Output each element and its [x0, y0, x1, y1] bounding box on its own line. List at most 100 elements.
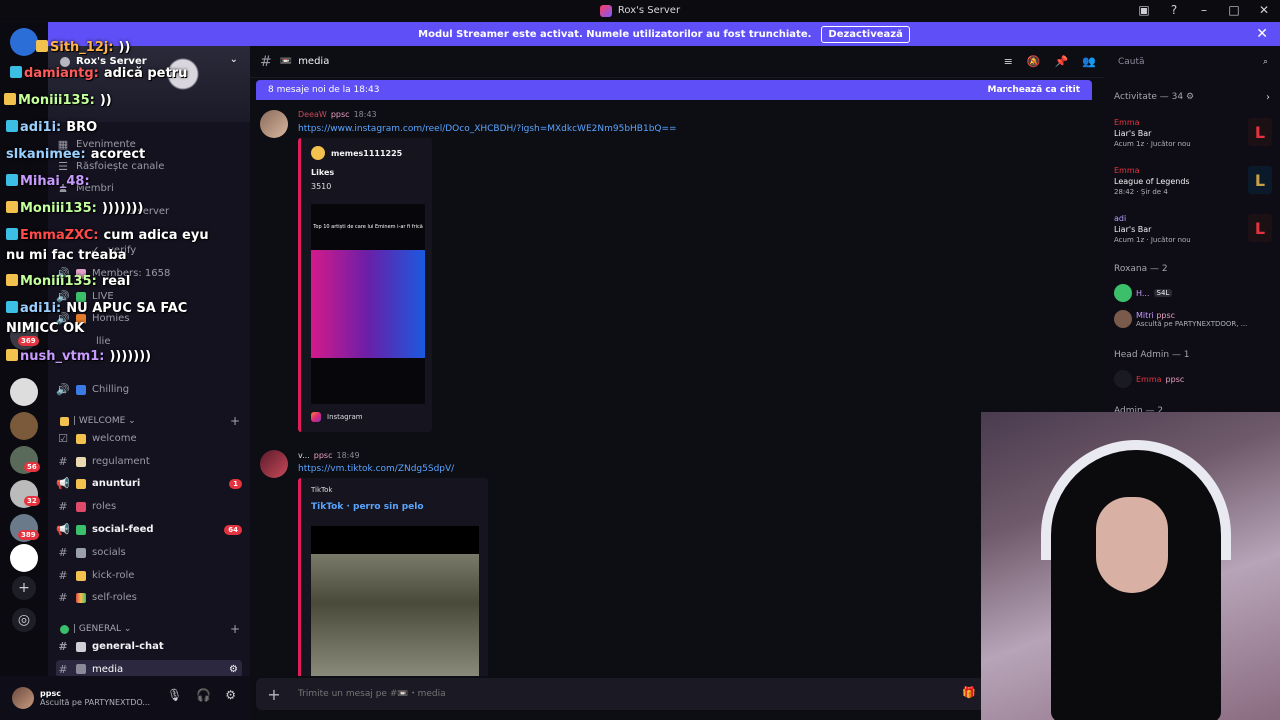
pin-icon[interactable]: 📌 [1055, 55, 1069, 68]
channel-social-feed[interactable]: 📢 social-feed 64 [56, 523, 242, 536]
maximize-icon[interactable]: □ [1226, 2, 1242, 18]
headset-icon [1041, 440, 1231, 560]
member-item[interactable]: H... S4L [1114, 284, 1173, 302]
inbox-icon[interactable]: ▣ [1136, 2, 1152, 18]
embed-author[interactable]: memes1111225 [311, 146, 402, 160]
close-banner-icon[interactable]: ✕ [1256, 26, 1268, 42]
emoji-icon [76, 592, 86, 603]
emoji-icon [76, 501, 86, 512]
settings-gear-icon[interactable]: ⚙ [225, 688, 236, 702]
member-item[interactable]: Mitri ppsc Ascultă pe PARTYNEXTDOOR, ... [1114, 310, 1247, 328]
hash-icon: # [58, 455, 68, 468]
avatar [1114, 310, 1132, 328]
add-channel-icon[interactable]: + [230, 622, 240, 636]
message-link[interactable]: https://www.instagram.com/reel/DOco_XHCB… [298, 124, 677, 134]
emoji-icon [76, 384, 86, 395]
gear-icon[interactable]: ⚙ [229, 664, 238, 675]
server-icon[interactable] [10, 412, 38, 440]
embed-video-thumbnail[interactable]: Top 10 artiști de care lui Eminem i-ar f… [311, 204, 425, 404]
crown-icon [4, 93, 16, 105]
title-bar: Rox's Server ▣ ? – □ ✕ [0, 0, 1280, 21]
member-item[interactable]: Emma ppsc [1114, 370, 1184, 388]
gear-icon[interactable]: ⚙ [1186, 92, 1194, 102]
server-badge: 389 [18, 530, 39, 540]
activity-heading: Activitate — 34 ⚙ [1114, 92, 1195, 102]
emoji-icon [76, 641, 86, 652]
notifications-icon[interactable]: 🔕 [1027, 55, 1041, 68]
activity-item[interactable]: adi Liar's Bar Acum 1z · Jucător nou L [1114, 214, 1274, 244]
user-tag: ppsc [330, 110, 350, 119]
server-badge: 32 [24, 496, 40, 506]
channel-roles[interactable]: # roles [56, 500, 242, 513]
overlay-line: Sith_12j:)) [36, 40, 130, 55]
hash-icon: # [58, 591, 68, 604]
embed-title[interactable]: TikTok · perro sin pelo [311, 502, 424, 512]
rules-icon: ☑ [58, 432, 68, 445]
tape-icon [76, 664, 86, 674]
new-messages-bar[interactable]: 8 mesaje noi de la 18:43 Marchează ca ci… [256, 80, 1092, 100]
headphones-icon[interactable]: 🎧 [196, 688, 211, 702]
channel-general-chat[interactable]: # general-chat [56, 640, 242, 653]
channel-welcome[interactable]: ☑ welcome [56, 432, 242, 445]
minimize-icon[interactable]: – [1196, 2, 1212, 18]
activity-item[interactable]: Emma League of Legends 28:42 · Șir de 4 … [1114, 166, 1274, 196]
thumbnail-caption: Top 10 artiști de care lui Eminem i-ar f… [313, 224, 423, 230]
overlay-line: Moniii135: real [6, 274, 130, 289]
server-icon[interactable] [10, 544, 38, 572]
member-list-icon[interactable]: 👥 [1082, 55, 1096, 68]
instagram-icon [311, 412, 321, 422]
microphone-icon[interactable]: 🎙 [167, 688, 182, 702]
liars-bar-icon: L [1248, 118, 1272, 146]
close-window-icon[interactable]: ✕ [1256, 2, 1272, 18]
message-input[interactable] [298, 689, 898, 699]
search-input[interactable]: Caută ⌕ [1110, 52, 1274, 72]
add-channel-icon[interactable]: + [230, 414, 240, 428]
message-time: 18:43 [353, 110, 377, 119]
attach-plus-icon[interactable]: + [266, 685, 282, 704]
category-welcome[interactable]: | WELCOME ⌄ + [60, 414, 240, 428]
avatar[interactable] [12, 687, 34, 709]
channel-kick-role[interactable]: # kick-role [56, 569, 242, 582]
diamond-icon [10, 66, 22, 78]
user-tag: ppsc [313, 451, 333, 460]
overlay-line: EmmaZXC: cum adica eyu [6, 228, 209, 243]
instagram-embed: memes1111225 Likes 3510 Top 10 artiști d… [298, 138, 432, 432]
mark-read-button[interactable]: Marchează ca citit [988, 85, 1080, 95]
user-panel: ppsc Ascultă pe PARTYNEXTDO... 🎙 🎧 ⚙ [0, 676, 250, 720]
voice-channel-chilling[interactable]: 🔊 Chilling [56, 383, 242, 396]
unread-count-badge: 1 [229, 478, 242, 489]
threads-icon[interactable]: ≡ [1004, 55, 1013, 68]
user-name: ppsc [40, 689, 61, 698]
gift-icon[interactable]: 🎁 [962, 686, 976, 699]
channel-media[interactable]: # media ⚙ [56, 660, 242, 676]
avatar[interactable] [260, 110, 288, 138]
discover-icon[interactable]: ◎ [12, 608, 36, 632]
stream-chat-overlay: Sith_12j:)) damiantg: adică petru Moniii1… [0, 38, 250, 368]
server-icon[interactable] [10, 378, 38, 406]
activity-item[interactable]: Emma Liar's Bar Acum 1z · Jucător nou L [1114, 118, 1274, 148]
message-link[interactable]: https://vm.tiktok.com/ZNdg5SdpV/ [298, 464, 454, 474]
tape-icon: 📼 [279, 56, 293, 67]
help-icon[interactable]: ? [1166, 2, 1182, 18]
add-server-icon[interactable]: + [12, 576, 36, 600]
embed-title: Likes [311, 168, 335, 177]
chevron-right-icon[interactable]: › [1266, 92, 1270, 103]
embed-subtitle: 3510 [311, 182, 332, 191]
channel-header: # 📼 media ≡ 🔕 📌 👥 [250, 46, 1104, 78]
overlay-line: nush_vtm1:))))))) [6, 349, 151, 364]
message-author[interactable]: v... [298, 451, 310, 460]
channel-socials[interactable]: # socials [56, 546, 242, 559]
overlay-line: slkanimee: acorect [6, 147, 146, 162]
avatar[interactable] [260, 450, 288, 478]
unread-count-badge: 64 [224, 524, 242, 535]
category-general[interactable]: | GENERAL ⌄ + [60, 622, 240, 636]
embed-video-thumbnail[interactable] [311, 526, 479, 676]
channel-regulament[interactable]: # regulament [56, 455, 242, 468]
channel-anunturi[interactable]: 📢 anunturi 1 [56, 477, 242, 490]
deactivate-button[interactable]: Dezactivează [821, 25, 910, 43]
globe-icon [60, 624, 69, 634]
message-author[interactable]: DeeaW [298, 110, 327, 119]
message-list: DeeaW ppsc 18:43 https://www.instagram.c… [250, 100, 1104, 676]
channel-self-roles[interactable]: # self-roles [56, 591, 242, 604]
diamond-icon [6, 301, 18, 313]
